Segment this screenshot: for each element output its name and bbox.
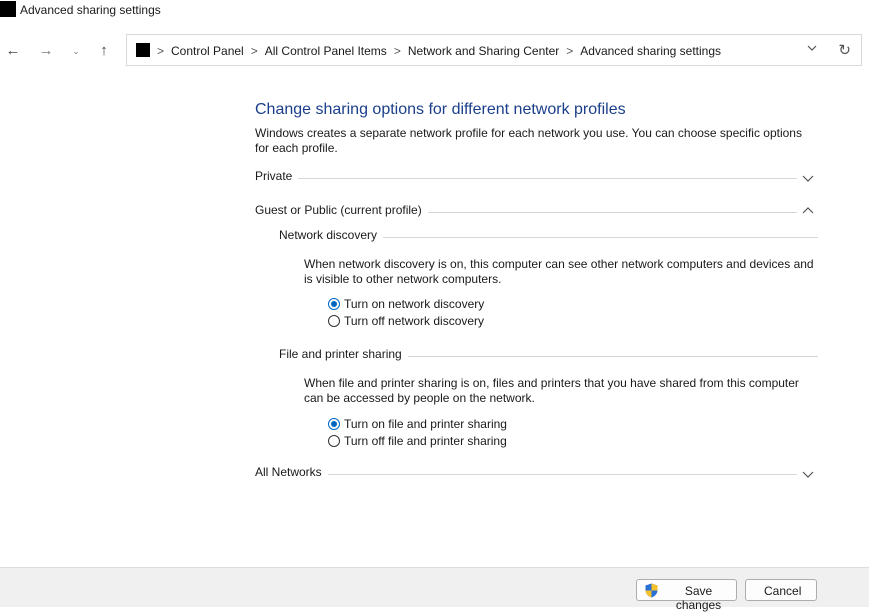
uac-shield-icon [645,583,658,598]
cancel-label: Cancel [764,584,802,598]
all-networks-expand-button[interactable] [802,469,816,481]
all-networks-header[interactable]: All Networks [255,465,817,483]
network-discovery-label: Network discovery [279,228,384,242]
breadcrumb-control-panel[interactable]: Control Panel [171,44,244,58]
page-heading: Change sharing options for different net… [255,101,626,118]
save-changes-button[interactable]: Save changes [636,579,737,612]
divider [255,178,797,179]
arrow-up-icon: ↑ [100,42,108,59]
divider [255,474,797,475]
forward-button[interactable]: → [37,42,55,60]
app-icon [0,1,16,17]
network-discovery-header: Network discovery [279,228,818,246]
breadcrumb-advanced-sharing[interactable]: Advanced sharing settings [580,44,721,58]
arrow-left-icon: ← [5,42,21,59]
breadcrumb-separator: > [157,44,165,58]
breadcrumb-separator: > [566,44,574,58]
address-dropdown-button[interactable] [807,43,817,56]
guest-profile-label: Guest or Public (current profile) [255,203,428,217]
chevron-down-icon [802,175,814,182]
file-sharing-header: File and printer sharing [279,347,818,365]
window-title: Advanced sharing settings [20,3,161,17]
recent-locations-button[interactable]: ⌄ [67,42,85,60]
chevron-down-icon [802,471,814,478]
radio-button-selected[interactable] [328,298,340,310]
navigation-bar: ← → ⌄ ↑ > Control Panel > All Control Panel… [0,32,869,70]
private-profile-header[interactable]: Private [255,169,817,187]
up-button[interactable]: ↑ [95,42,113,60]
radio-button-selected[interactable] [328,418,340,430]
breadcrumb-separator: > [250,44,258,58]
radio-label[interactable]: Turn on network discovery [344,297,484,311]
breadcrumb-all-items[interactable]: All Control Panel Items [265,44,387,58]
private-expand-button[interactable] [802,173,816,185]
title-bar: Advanced sharing settings [0,0,869,22]
file-sharing-description: When file and printer sharing is on, fil… [304,376,799,405]
radio-button[interactable] [328,315,340,327]
cancel-button[interactable]: Cancel [745,579,817,601]
page-description: Windows creates a separate network profi… [255,126,802,155]
save-changes-label: Save changes [675,584,722,612]
all-networks-label: All Networks [255,465,328,479]
radio-label[interactable]: Turn off file and printer sharing [344,434,507,448]
radio-label[interactable]: Turn on file and printer sharing [344,417,507,431]
radio-button[interactable] [328,435,340,447]
network-discovery-description: When network discovery is on, this compu… [304,257,814,286]
file-sharing-label: File and printer sharing [279,347,408,361]
control-panel-icon [136,43,150,57]
arrow-right-icon: → [38,42,54,59]
breadcrumb: > Control Panel > All Control Panel Items > N… [157,44,721,58]
guest-profile-header[interactable]: Guest or Public (current profile) [255,203,817,221]
breadcrumb-network-center[interactable]: Network and Sharing Center [408,44,559,58]
address-bar[interactable]: > Control Panel > All Control Panel Items > N… [126,34,862,66]
guest-collapse-button[interactable] [802,206,816,218]
refresh-icon: ↻ [838,42,851,59]
back-button[interactable]: ← [4,42,22,60]
footer-bar: Save changes Cancel [0,567,869,612]
chevron-up-icon [802,207,814,214]
chevron-down-icon: ⌄ [72,46,80,56]
breadcrumb-separator: > [393,44,401,58]
radio-label[interactable]: Turn off network discovery [344,314,484,328]
private-profile-label: Private [255,169,299,183]
chevron-down-icon [807,45,817,51]
refresh-button[interactable]: ↻ [838,41,851,59]
